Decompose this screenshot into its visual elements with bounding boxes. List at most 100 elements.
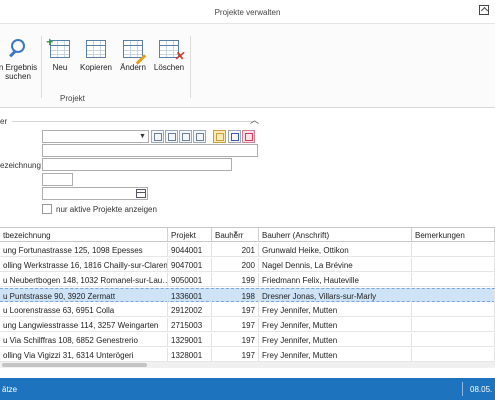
grid-icon xyxy=(154,133,162,141)
eraser-icon xyxy=(245,133,253,141)
table-cell-notes xyxy=(412,333,495,347)
column-header-designation[interactable]: tbezeichnung xyxy=(0,228,168,242)
table-cell-name: u Puntstrasse 90, 3920 Zermatt xyxy=(0,289,168,303)
table-cell-builder: 199 xyxy=(212,273,259,287)
table-cell-address: Frey Jennifer, Mutten xyxy=(259,303,412,317)
table-cell-project: 1329001 xyxy=(168,333,212,347)
table-cell-notes xyxy=(412,318,495,332)
copy-grid-icon xyxy=(85,39,107,59)
tool-button-1[interactable] xyxy=(151,130,164,143)
table-cell-project: 9050001 xyxy=(168,273,212,287)
table-cell-project: 9047001 xyxy=(168,258,212,272)
tool-button-4[interactable] xyxy=(193,130,206,143)
table-cell-notes xyxy=(412,348,495,362)
ribbon-separator xyxy=(190,36,191,98)
column-header-notes[interactable]: Bemerkungen xyxy=(412,228,495,242)
table-cell-builder: 197 xyxy=(212,348,259,362)
project-field[interactable] xyxy=(42,144,258,157)
table-cell-project: 9044001 xyxy=(168,243,212,257)
delete-label: Löschen xyxy=(153,63,185,72)
status-date: 08.05. xyxy=(470,385,493,394)
table-cell-project: 1328001 xyxy=(168,348,212,362)
table-cell-builder: 197 xyxy=(212,333,259,347)
tool-button-3[interactable] xyxy=(179,130,192,143)
table-cell-project: 2912002 xyxy=(168,303,212,317)
save-icon xyxy=(231,133,239,141)
title-bar: Projekte verwalten xyxy=(0,0,495,24)
table-row[interactable]: ung Langwiesstrasse 114, 3257 Weingarten… xyxy=(0,318,495,332)
table-cell-notes xyxy=(412,258,495,272)
ribbon-separator xyxy=(41,36,42,98)
table-cell-address: Dresner Jonas, Villars-sur-Marly xyxy=(259,289,412,303)
sort-icon[interactable]: ▾ xyxy=(234,229,244,241)
chevron-down-icon[interactable]: ▼ xyxy=(138,132,147,141)
table-row[interactable]: u Puntstrasse 90, 3920 Zermatt 1336001 198… xyxy=(0,288,495,303)
column-header-address[interactable]: Bauherr (Anschrift) xyxy=(259,228,412,242)
list-icon xyxy=(168,133,176,141)
new-button[interactable]: + Neu xyxy=(46,35,74,72)
open-folder-button[interactable] xyxy=(213,130,226,143)
edit-button[interactable]: Ändern xyxy=(117,39,149,72)
scrollbar-thumb[interactable] xyxy=(2,363,147,367)
clear-button[interactable] xyxy=(242,130,255,143)
table-cell-builder: 197 xyxy=(212,303,259,317)
new-label: Neu xyxy=(52,63,68,72)
ribbon: n Ergebnis suchen + Neu Kopieren Ändern … xyxy=(0,24,495,108)
table-cell-name: ung Fortunastrasse 125, 1098 Epesses xyxy=(0,243,168,257)
table-cell-notes xyxy=(412,289,495,303)
active-only-label: nur aktive Projekte anzeigen xyxy=(56,205,157,214)
date-field[interactable] xyxy=(42,187,148,200)
pin-icon[interactable] xyxy=(479,5,489,15)
table-cell-address: Friedmann Felix, Hauteville xyxy=(259,273,412,287)
table-row[interactable]: olling Werkstrasse 16, 1816 Chailly-sur-… xyxy=(0,258,495,272)
table-icon xyxy=(196,133,204,141)
search-result-button[interactable]: n Ergebnis suchen xyxy=(0,39,38,81)
table-cell-name: u Loorenstrasse 63, 6951 Colla xyxy=(0,303,168,317)
collapse-chevron-icon[interactable]: ︿ xyxy=(250,113,259,126)
table-cell-builder: 198 xyxy=(212,289,259,303)
folder-icon xyxy=(216,133,224,141)
table-row[interactable]: olling Via Vigizzi 31, 6314 Unterögeri 13… xyxy=(0,348,495,362)
search-result-label-1: n Ergebnis xyxy=(0,63,38,72)
table-cell-address: Frey Jennifer, Mutten xyxy=(259,318,412,332)
table-row[interactable]: ung Fortunastrasse 125, 1098 Epesses 9044… xyxy=(0,243,495,257)
short-field[interactable] xyxy=(42,173,73,186)
copy-button[interactable]: Kopieren xyxy=(78,39,114,72)
table-cell-address: Nagel Dennis, La Brévine xyxy=(259,258,412,272)
new-grid-icon: + xyxy=(46,35,71,59)
table-cell-builder: 201 xyxy=(212,243,259,257)
delete-button[interactable]: ✕ Löschen xyxy=(152,39,186,72)
table-cell-name: olling Werkstrasse 16, 1816 Chailly-sur-… xyxy=(0,258,168,272)
table-cell-notes xyxy=(412,243,495,257)
table-cell-name: ung Langwiesstrasse 114, 3257 Weingarten xyxy=(0,318,168,332)
table-row[interactable]: u Via Schilffras 108, 6852 Genestrerio 13… xyxy=(0,333,495,347)
search-result-label-2: suchen xyxy=(5,72,31,81)
table-cell-address: Grunwald Heike, Ottikon xyxy=(259,243,412,257)
designation-field[interactable] xyxy=(42,158,232,171)
ribbon-group-label: Projekt xyxy=(60,94,85,103)
designation-label: ezeichnung xyxy=(0,161,41,170)
save-button[interactable] xyxy=(228,130,241,143)
table-cell-name: olling Via Vigizzi 31, 6314 Unterögeri xyxy=(0,348,168,362)
table-cell-project: 2715003 xyxy=(168,318,212,332)
active-only-checkbox[interactable] xyxy=(42,204,52,214)
status-left-text: ätze xyxy=(2,385,18,394)
delete-grid-icon: ✕ xyxy=(158,39,184,63)
table-cell-builder: 197 xyxy=(212,318,259,332)
table-cell-name: u Via Schilffras 108, 6852 Genestrerio xyxy=(0,333,168,347)
horizontal-scrollbar[interactable] xyxy=(0,362,495,368)
table-cell-name: u Neubertbogen 148, 1032 Romanel-sur-Lau… xyxy=(0,273,168,287)
edit-grid-icon xyxy=(122,39,147,65)
filter-divider xyxy=(12,121,254,122)
calendar-icon[interactable] xyxy=(136,189,146,198)
table-row[interactable]: u Loorenstrasse 63, 6951 Colla 2912002 197… xyxy=(0,303,495,317)
projects-table: tbezeichnung Projekt Bauherr Bauherr (An… xyxy=(0,227,495,367)
table-cell-address: Frey Jennifer, Mutten xyxy=(259,348,412,362)
column-header-project[interactable]: Projekt xyxy=(168,228,212,242)
table-row[interactable]: u Neubertbogen 148, 1032 Romanel-sur-Lau… xyxy=(0,273,495,287)
project-dropdown[interactable]: ▼ xyxy=(42,130,149,143)
copy-label: Kopieren xyxy=(79,63,113,72)
table-cell-project: 1336001 xyxy=(168,289,212,303)
window-title: Projekte verwalten xyxy=(214,8,281,17)
tool-button-2[interactable] xyxy=(165,130,178,143)
